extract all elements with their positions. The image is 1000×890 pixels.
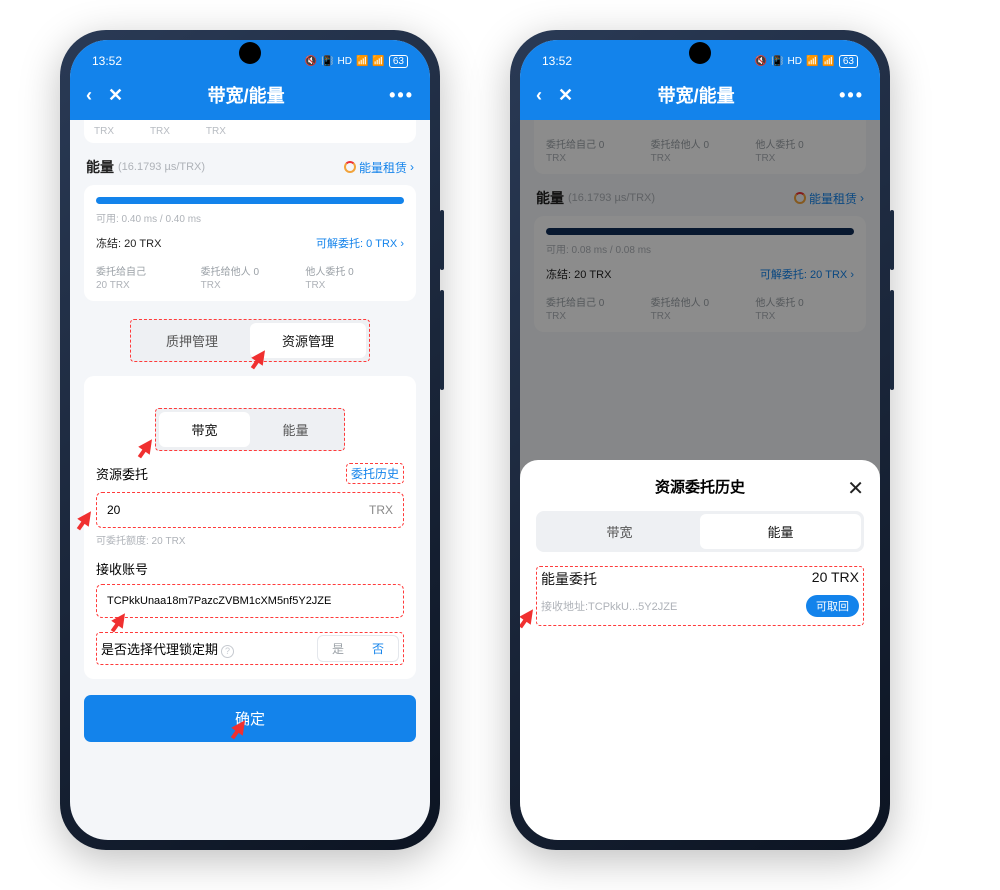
reclaim-button[interactable]: 可取回 bbox=[806, 595, 859, 617]
amount-input[interactable]: 20 TRX bbox=[96, 492, 404, 528]
sheet-tabs: 带宽 能量 bbox=[536, 511, 864, 552]
subtab-energy[interactable]: 能量 bbox=[250, 412, 341, 447]
signal-icon: 📶 bbox=[806, 56, 818, 67]
lock-no[interactable]: 否 bbox=[358, 636, 398, 661]
sheet-title: 资源委托历史 ✕ bbox=[536, 476, 864, 497]
chevron-right-icon: › bbox=[410, 160, 414, 174]
close-icon[interactable]: ✕ bbox=[847, 476, 864, 501]
vibrate-icon: 📳 bbox=[321, 56, 333, 67]
freeze-value: 冻结: 20 TRX bbox=[96, 235, 247, 251]
signal2-icon: 📶 bbox=[822, 56, 834, 67]
lock-yes[interactable]: 是 bbox=[318, 636, 358, 661]
tab-pledge[interactable]: 质押管理 bbox=[134, 323, 250, 358]
back-icon[interactable]: ‹ bbox=[86, 85, 92, 106]
mute-icon: 🔇 bbox=[755, 56, 767, 67]
camera-notch bbox=[689, 42, 711, 64]
confirm-button[interactable]: 确定 bbox=[84, 695, 416, 742]
battery-icon: 63 bbox=[839, 55, 858, 68]
close-icon[interactable]: ✕ bbox=[108, 85, 123, 106]
energy-rate: (16.1793 µs/TRX) bbox=[118, 161, 344, 173]
trx-stub-row: TRX TRX TRX bbox=[84, 120, 416, 143]
sheet-tab-energy[interactable]: 能量 bbox=[700, 514, 861, 549]
history-row: 能量委托 20 TRX 接收地址:TCPkkU...5Y2JZE 可取回 bbox=[536, 566, 864, 626]
recv-address-input[interactable]: TCPkkUnaa18m7PazcZVBM1cXM5nf5Y2JZE bbox=[96, 584, 404, 618]
close-icon[interactable]: ✕ bbox=[558, 85, 573, 106]
energy-label: 能量 bbox=[86, 157, 114, 177]
phone-right: 13:52 🔇 📳 HD 📶 📶 63 ‹ ✕ 带宽/能量 ••• bbox=[510, 30, 890, 850]
mute-icon: 🔇 bbox=[305, 56, 317, 67]
history-link[interactable]: 委托历史 bbox=[346, 463, 404, 484]
subtab-bandwidth[interactable]: 带宽 bbox=[159, 412, 250, 447]
battery-icon: 63 bbox=[389, 55, 408, 68]
signal-icon: 📶 bbox=[356, 56, 368, 67]
history-sheet: 资源委托历史 ✕ 带宽 能量 能量委托 20 TRX bbox=[520, 460, 880, 840]
page-title: 带宽/能量 bbox=[139, 82, 353, 108]
signal2-icon: 📶 bbox=[372, 56, 384, 67]
lock-toggle[interactable]: 是 否 bbox=[317, 635, 399, 662]
history-address: 接收地址:TCPkkU...5Y2JZE bbox=[541, 598, 677, 614]
delegate-label: 资源委托 bbox=[96, 464, 148, 483]
clock: 13:52 bbox=[542, 54, 572, 68]
clock: 13:52 bbox=[92, 54, 122, 68]
resource-form: 带宽 能量 资源委托 委托历史 20 TRX bbox=[84, 376, 416, 679]
bw-energy-tabs: 带宽 能量 bbox=[155, 408, 345, 451]
ring-icon bbox=[344, 161, 356, 173]
energy-card: 可用: 0.40 ms / 0.40 ms 冻结: 20 TRX 可解委托: 0… bbox=[84, 185, 416, 301]
main-tabs: 质押管理 资源管理 bbox=[130, 319, 370, 362]
annotation-arrow bbox=[77, 507, 96, 526]
history-name: 能量委托 bbox=[541, 569, 597, 589]
sheet-tab-bw[interactable]: 带宽 bbox=[539, 514, 700, 549]
energy-progress bbox=[96, 197, 404, 204]
recv-label: 接收账号 bbox=[96, 559, 148, 578]
quota-hint: 可委托额度: 20 TRX bbox=[96, 532, 404, 547]
vibrate-icon: 📳 bbox=[771, 56, 783, 67]
usable-text: 可用: 0.40 ms / 0.40 ms bbox=[96, 210, 404, 225]
hd-icon: HD bbox=[788, 56, 802, 67]
app-header: ‹ ✕ 带宽/能量 ••• bbox=[520, 70, 880, 120]
energy-rent-link[interactable]: 能量租赁 › bbox=[344, 159, 414, 176]
camera-notch bbox=[239, 42, 261, 64]
phone-left: 13:52 🔇 📳 HD 📶 📶 63 ‹ ✕ 带宽/能量 ••• TRX bbox=[60, 30, 440, 850]
undelegatable-link[interactable]: 可解委托: 0 TRX › bbox=[253, 235, 404, 251]
hd-icon: HD bbox=[338, 56, 352, 67]
lock-question: 是否选择代理锁定期? bbox=[101, 639, 234, 658]
history-amount: 20 TRX bbox=[812, 569, 859, 589]
back-icon[interactable]: ‹ bbox=[536, 85, 542, 106]
help-icon[interactable]: ? bbox=[221, 645, 234, 658]
app-header: ‹ ✕ 带宽/能量 ••• bbox=[70, 70, 430, 120]
more-icon[interactable]: ••• bbox=[389, 85, 414, 106]
page-title: 带宽/能量 bbox=[589, 82, 803, 108]
more-icon[interactable]: ••• bbox=[839, 85, 864, 106]
